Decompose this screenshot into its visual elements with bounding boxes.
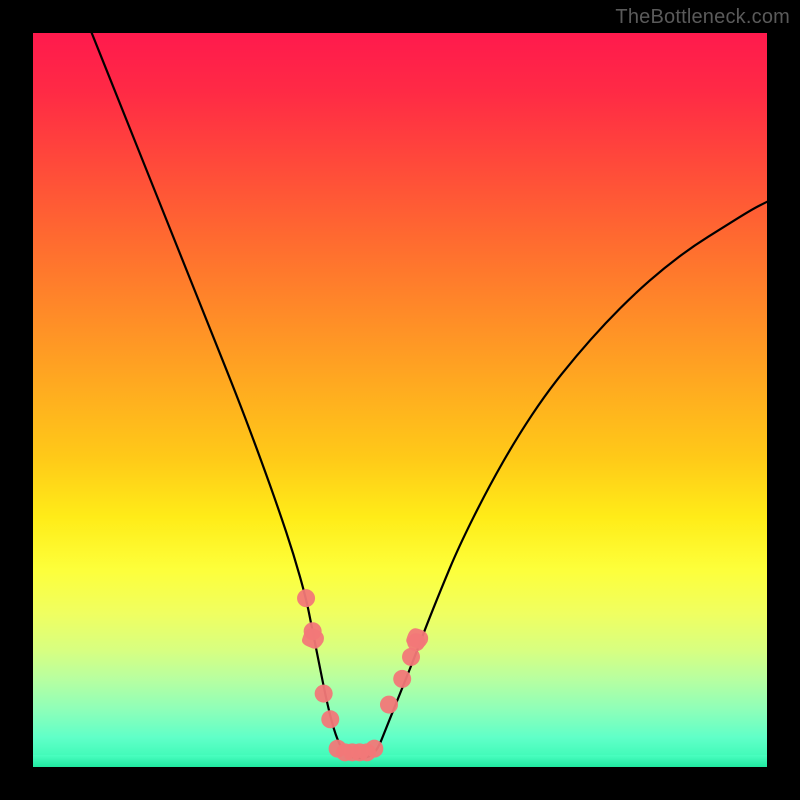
chart-svg (33, 33, 767, 767)
bottleneck-markers (297, 589, 428, 761)
plot-area (33, 33, 767, 767)
marker-dot (365, 740, 383, 758)
bottleneck-curve (92, 33, 767, 758)
marker-dot (297, 589, 315, 607)
marker-dot (315, 685, 333, 703)
marker-dot (321, 710, 339, 728)
chart-container: TheBottleneck.com (0, 0, 800, 800)
watermark-text: TheBottleneck.com (615, 6, 790, 29)
marker-dot (380, 696, 398, 714)
marker-dot (393, 670, 411, 688)
